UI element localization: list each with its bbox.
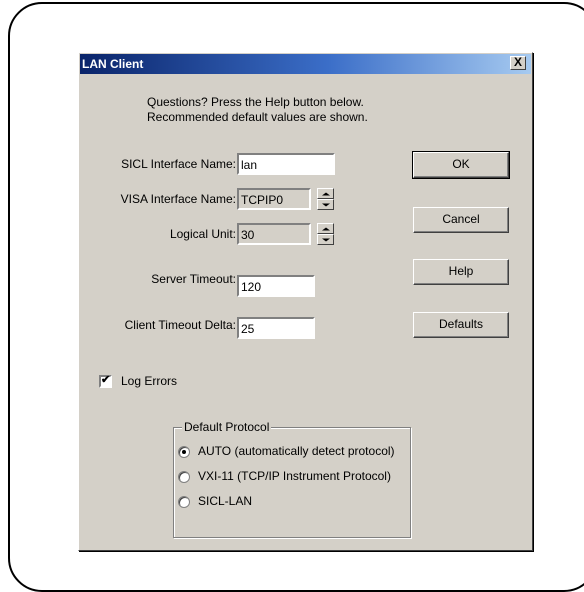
logical-unit-input[interactable]: 30	[237, 223, 311, 245]
close-icon: X	[513, 55, 522, 69]
log-errors-checkbox[interactable]: ✔	[99, 374, 112, 388]
protocol-vxi11-label: VXI-11 (TCP/IP Instrument Protocol)	[198, 469, 391, 483]
logical-unit-label: Logical Unit:	[169, 227, 236, 241]
arrow-up-icon	[321, 227, 330, 230]
protocol-sicl-lan-label: SICL-LAN	[198, 494, 253, 508]
client-timeout-input[interactable]: 25	[237, 317, 315, 339]
visa-spin-down-button[interactable]	[317, 199, 334, 210]
sicl-interface-label: SICL Interface Name:	[121, 157, 236, 171]
protocol-sicl-lan-radio[interactable]	[178, 496, 190, 508]
radio-selected-dot	[182, 450, 186, 454]
cancel-button[interactable]: Cancel	[413, 207, 509, 233]
server-timeout-input[interactable]: 120	[237, 275, 315, 297]
log-errors-label: Log Errors	[121, 374, 178, 388]
visa-interface-input[interactable]: TCPIP0	[237, 188, 311, 210]
logical-unit-spin-up-button[interactable]	[317, 223, 334, 234]
protocol-auto-radio[interactable]	[178, 446, 190, 458]
help-button[interactable]: Help	[413, 259, 509, 285]
sicl-interface-input[interactable]: lan	[237, 153, 335, 175]
client-timeout-label: Client Timeout Delta:	[124, 318, 236, 332]
protocol-auto-label: AUTO (automatically detect protocol)	[198, 444, 395, 458]
dialog-title: LAN Client	[82, 57, 144, 71]
protocol-vxi11-radio[interactable]	[178, 471, 190, 483]
info-line-2: Recommended default values are shown.	[147, 110, 368, 124]
defaults-button[interactable]: Defaults	[413, 312, 509, 338]
visa-spinner[interactable]	[317, 188, 334, 210]
title-bar[interactable]: LAN Client X	[80, 54, 531, 74]
ok-button[interactable]: OK	[412, 151, 510, 179]
arrow-down-icon	[321, 238, 330, 241]
checkmark-icon: ✔	[101, 374, 111, 386]
arrow-down-icon	[321, 203, 330, 206]
visa-interface-label: VISA Interface Name:	[120, 192, 236, 206]
server-timeout-label: Server Timeout:	[151, 272, 236, 286]
logical-unit-spin-down-button[interactable]	[317, 234, 334, 245]
logical-unit-spinner[interactable]	[317, 223, 334, 245]
default-protocol-legend: Default Protocol	[182, 420, 272, 434]
visa-spin-up-button[interactable]	[317, 188, 334, 199]
info-line-1: Questions? Press the Help button below.	[147, 95, 364, 109]
lan-client-dialog: LAN Client X Questions? Press the Help b…	[78, 52, 533, 551]
default-protocol-group: Default Protocol AUTO (automatically det…	[173, 420, 411, 538]
close-button[interactable]: X	[510, 56, 526, 70]
arrow-up-icon	[321, 192, 330, 195]
